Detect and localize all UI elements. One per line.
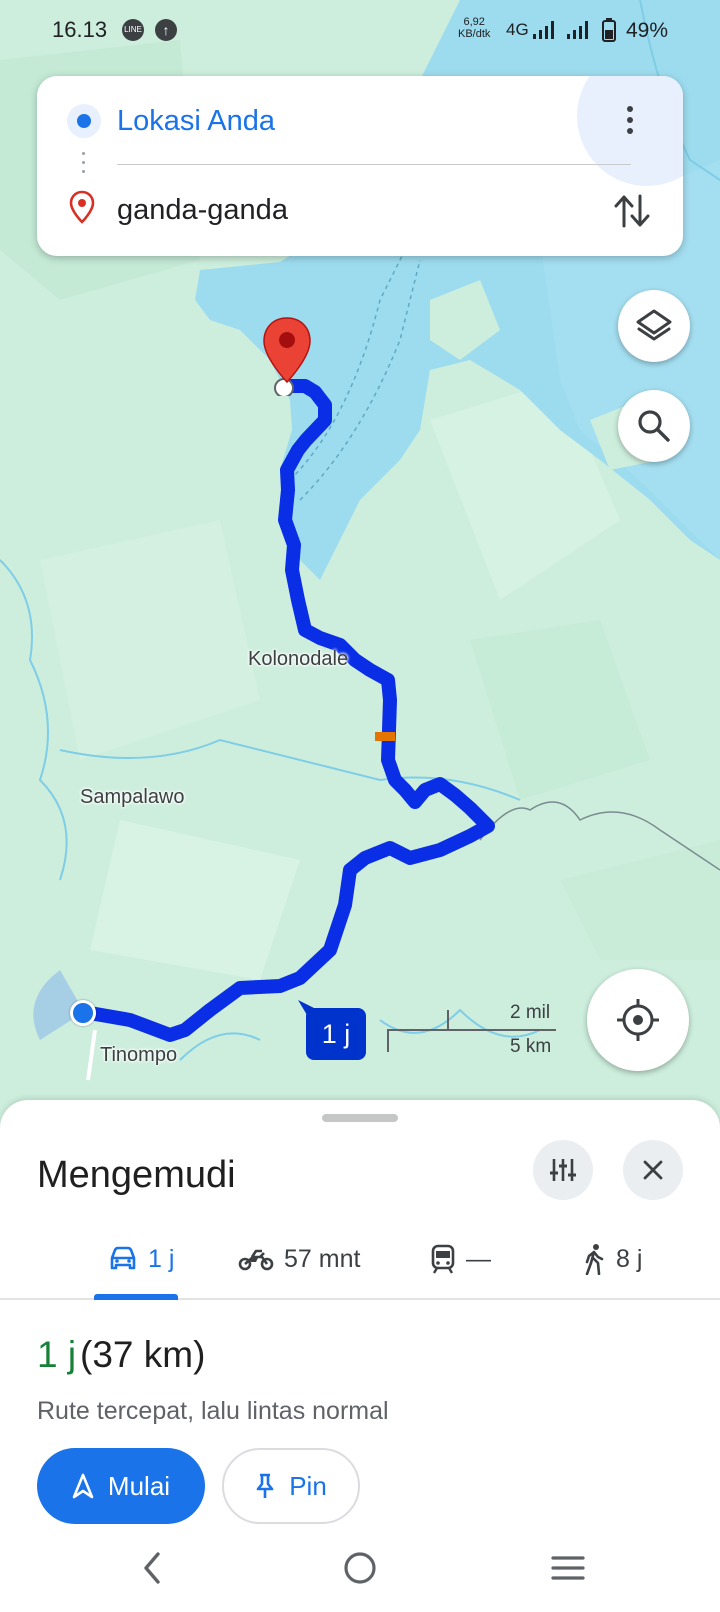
- tab-transit[interactable]: —: [430, 1218, 491, 1300]
- status-network-type: 4G: [506, 20, 529, 39]
- start-navigation-button[interactable]: Mulai: [37, 1448, 205, 1524]
- swap-direction-icon[interactable]: [607, 186, 657, 236]
- status-speed-unit: KB/dtk: [458, 28, 491, 40]
- map-label-sampalawo[interactable]: Sampalawo: [80, 786, 185, 809]
- tab-car-label: 1 j: [148, 1244, 175, 1273]
- route-time: 1 j: [37, 1334, 77, 1375]
- tab-transit-label: —: [466, 1244, 491, 1273]
- close-button[interactable]: [623, 1140, 683, 1200]
- pin-icon: [256, 1473, 274, 1498]
- status-bar: 16.13 LINE ↑ 6,92 KB/dtk 4G 49%: [0, 0, 720, 60]
- destination-text[interactable]: ganda-ganda: [117, 194, 288, 227]
- transit-icon: [431, 1244, 455, 1274]
- signal-2-icon: [567, 21, 588, 39]
- tab-walk-label: 8 j: [616, 1244, 643, 1273]
- tune-icon: [550, 1159, 576, 1181]
- back-icon[interactable]: [138, 1550, 168, 1586]
- status-time: 16.13: [52, 17, 108, 42]
- route-description: Rute tercepat, lalu lintas normal: [37, 1397, 389, 1425]
- pin-button[interactable]: Pin: [222, 1448, 360, 1524]
- origin-dot-icon[interactable]: [70, 1000, 96, 1026]
- card-divider: [117, 164, 631, 165]
- your-location-icon: [67, 104, 101, 138]
- origin-field[interactable]: Lokasi Anda: [37, 76, 683, 166]
- sheet-title: Mengemudi: [37, 1154, 236, 1196]
- status-speed: 6,92 KB/dtk: [458, 16, 490, 40]
- status-battery: 49%: [626, 19, 669, 42]
- pin-label: Pin: [289, 1470, 327, 1501]
- battery-icon: [602, 18, 616, 42]
- line-notification-icon: LINE: [122, 19, 144, 41]
- origin-text[interactable]: Lokasi Anda: [117, 105, 275, 138]
- scale-label-mil: 2 mil: [510, 1002, 551, 1023]
- car-icon: [110, 1246, 136, 1270]
- layers-button[interactable]: [618, 290, 690, 362]
- route-options-button[interactable]: [533, 1140, 593, 1200]
- status-speed-value: 6,92: [463, 16, 485, 28]
- signal-1-icon: [533, 21, 554, 39]
- walk-icon: [585, 1244, 604, 1275]
- tab-motorcycle[interactable]: 57 mnt: [238, 1218, 360, 1300]
- search-along-route-button[interactable]: [618, 390, 690, 462]
- destination-pin-icon[interactable]: [263, 316, 313, 396]
- start-label: Mulai: [107, 1470, 171, 1501]
- motorcycle-icon: [238, 1249, 274, 1271]
- close-icon: [643, 1160, 663, 1180]
- search-icon: [638, 410, 670, 442]
- tab-motorcycle-label: 57 mnt: [284, 1244, 361, 1273]
- navigation-arrow-icon: [72, 1473, 94, 1499]
- destination-field[interactable]: ganda-ganda: [37, 166, 683, 256]
- route-distance: (37 km): [80, 1334, 206, 1375]
- travel-mode-tabs: 1 j 57 mnt — 8 j: [0, 1218, 720, 1300]
- my-location-button[interactable]: [587, 969, 689, 1071]
- location-pin-icon: [69, 190, 95, 224]
- sheet-drag-handle[interactable]: [322, 1114, 398, 1122]
- scale-label-km: 5 km: [510, 1036, 552, 1057]
- route-duration-chip[interactable]: 1 j: [306, 1008, 366, 1060]
- layers-icon: [636, 309, 672, 341]
- tab-active-indicator: [94, 1294, 178, 1300]
- my-location-icon: [617, 999, 659, 1041]
- recents-menu-icon[interactable]: [550, 1550, 586, 1586]
- tab-car[interactable]: 1 j: [108, 1218, 174, 1300]
- directions-sheet: Mengemudi 1 j 57 mnt — 8 j 1 j (37 km) R…: [0, 1100, 720, 1612]
- map-label-kolonodale[interactable]: Kolonodale: [248, 648, 348, 671]
- upload-notification-icon: ↑: [155, 19, 177, 41]
- tab-walk[interactable]: 8 j: [582, 1218, 642, 1300]
- route-card: Lokasi Anda ganda-ganda: [37, 76, 683, 256]
- map-label-tinompo[interactable]: Tinompo: [100, 1044, 177, 1067]
- system-nav-bar: [0, 1540, 720, 1612]
- home-icon[interactable]: [342, 1550, 378, 1586]
